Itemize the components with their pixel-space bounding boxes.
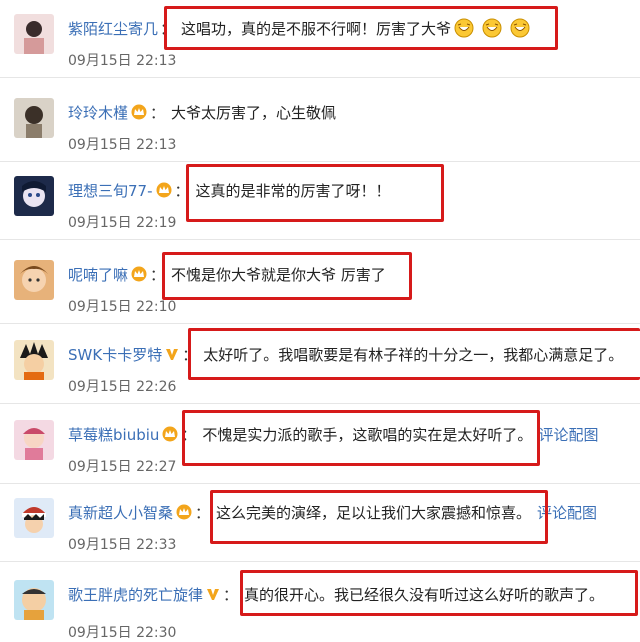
username-link[interactable]: 真新超人小智桑: [68, 502, 173, 523]
timestamp: 09月15日 22:26: [68, 379, 177, 395]
timestamp: 09月15日 22:19: [68, 215, 177, 231]
crown-badge-icon: [130, 266, 148, 282]
divider: [0, 77, 640, 78]
username-link[interactable]: 理想三旬77-: [68, 180, 153, 201]
avatar[interactable]: [14, 98, 54, 138]
comment-item: 呢喃了嘛 ： 不愧是你大爷就是你大爷 厉害了 09月15日 22:10: [0, 246, 640, 324]
username-link[interactable]: 玲玲木槿: [68, 102, 128, 123]
username-link[interactable]: 歌王胖虎的死亡旋律: [68, 584, 203, 605]
divider: [0, 561, 640, 562]
comment-feed: 紫陌红尘寄几 ： 这唱功，真的是不服不行啊！厉害了大爷 09月15日 22:13…: [0, 0, 640, 641]
comment-item: 草莓糕biubiu ： 不愧是实力派的歌手，这歌唱的实在是太好听了。 评论配图 …: [0, 406, 640, 484]
username-link[interactable]: 紫陌红尘寄几: [68, 18, 158, 39]
crown-badge-icon: [161, 426, 179, 442]
verified-v-icon: [205, 586, 221, 602]
comment-item: 玲玲木槿 ： 大爷太厉害了，心生敬佩 09月15日 22:13: [0, 84, 640, 162]
highlight-box: [240, 570, 638, 616]
comment-text: 大爷太厉害了，心生敬佩: [171, 103, 337, 122]
comment-image-link[interactable]: 评论配图: [538, 424, 598, 445]
highlight-box: [164, 6, 558, 50]
highlight-box: [162, 252, 412, 300]
avatar[interactable]: [14, 420, 54, 460]
avatar[interactable]: [14, 580, 54, 620]
avatar[interactable]: [14, 14, 54, 54]
verified-v-icon: [164, 346, 180, 362]
timestamp: 09月15日 22:10: [68, 299, 177, 315]
colon: ：: [150, 103, 166, 122]
timestamp: 09月15日 22:13: [68, 53, 177, 69]
avatar[interactable]: [14, 498, 54, 538]
colon: ：: [195, 503, 211, 522]
timestamp: 09月15日 22:27: [68, 459, 177, 475]
divider: [0, 239, 640, 240]
highlight-box: [182, 410, 540, 466]
highlight-box: [210, 490, 548, 544]
colon: ：: [223, 585, 239, 604]
timestamp: 09月15日 22:33: [68, 537, 177, 553]
crown-badge-icon: [175, 504, 193, 520]
divider: [0, 323, 640, 324]
comment-item: 理想三旬77- ： 这真的是非常的厉害了呀！！ 09月15日 22:19: [0, 162, 640, 240]
username-link[interactable]: 呢喃了嘛: [68, 264, 128, 285]
avatar[interactable]: [14, 260, 54, 300]
timestamp: 09月15日 22:30: [68, 625, 177, 641]
username-link[interactable]: 草莓糕biubiu: [68, 424, 159, 445]
avatar[interactable]: [14, 176, 54, 216]
username-link[interactable]: SWK卡卡罗特: [68, 344, 162, 365]
highlight-box: [188, 328, 640, 380]
crown-badge-icon: [155, 182, 173, 198]
comment-item: SWK卡卡罗特 ： 太好听了。我唱歌要是有林子祥的十分之一，我都心满意足了。 0…: [0, 326, 640, 404]
highlight-box: [186, 164, 444, 222]
avatar[interactable]: [14, 340, 54, 380]
comment-item: 歌王胖虎的死亡旋律 ： 真的很开心。我已经很久没有听过这么好听的歌声了。 09月…: [0, 566, 640, 641]
timestamp: 09月15日 22:13: [68, 137, 177, 153]
comment-item: 紫陌红尘寄几 ： 这唱功，真的是不服不行啊！厉害了大爷 09月15日 22:13: [0, 0, 640, 78]
comment-item: 真新超人小智桑 ： 这么完美的演绎，足以让我们大家震撼和惊喜。 评论配图 09月…: [0, 484, 640, 562]
crown-badge-icon: [130, 104, 148, 120]
divider: [0, 403, 640, 404]
